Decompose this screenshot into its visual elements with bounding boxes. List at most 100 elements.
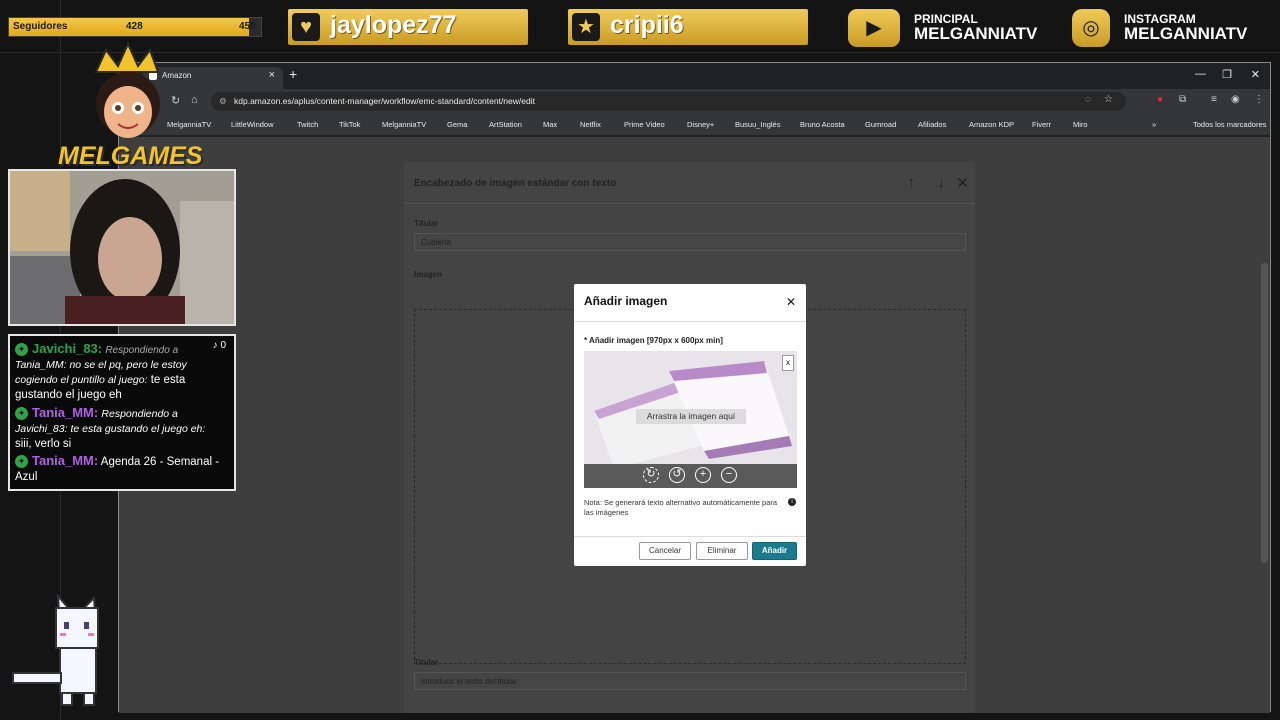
- headline-label: Titular: [414, 219, 439, 228]
- logo-text: MELGAMES: [58, 142, 203, 170]
- follower-alert-banner: ♥ jaylopez77: [288, 9, 528, 45]
- bookmark[interactable]: Afiliados: [918, 120, 946, 129]
- bookmark[interactable]: Amazon KDP: [969, 120, 1014, 129]
- alert-username: cripii6: [610, 11, 684, 39]
- remove-image-button[interactable]: x: [782, 355, 794, 371]
- minimize-icon[interactable]: —: [1195, 68, 1206, 80]
- stream-screen: Seguidores 428 450 ♥ jaylopez77 ★ cripii…: [0, 0, 1280, 720]
- user-badge-icon: ✦: [15, 455, 28, 468]
- chat-text: siii, verlo si: [15, 438, 72, 450]
- close-window-icon[interactable]: ✕: [1251, 68, 1260, 81]
- pinterest-extension-icon[interactable]: ●: [1157, 94, 1163, 105]
- add-image-modal: Añadir imagen ✕ * Añadir imagen [970px x…: [574, 284, 806, 566]
- bookmark[interactable]: Busuu_Inglés: [735, 120, 780, 129]
- heart-icon: ♥: [292, 13, 320, 41]
- more-bookmarks-icon[interactable]: »: [1152, 120, 1156, 129]
- chat-username: Tania_MM:: [32, 405, 99, 420]
- webcam-image: [10, 171, 234, 324]
- maximize-icon[interactable]: ❐: [1222, 68, 1232, 81]
- info-icon[interactable]: i: [788, 498, 796, 506]
- bookmark[interactable]: Gema: [447, 120, 467, 129]
- followers-label: Seguidores: [13, 21, 68, 32]
- image-requirement-label: * Añadir imagen [970px x 600px min]: [584, 336, 723, 345]
- address-bar[interactable]: ⚙ kdp.amazon.es/aplus/content-manager/wo…: [211, 92, 1126, 111]
- headline-input[interactable]: Cubierta: [414, 233, 966, 251]
- remove-button[interactable]: Eliminar: [696, 542, 748, 560]
- image-preview[interactable]: x Arrastra la imagen aquí ↻ ↺ + −: [584, 351, 797, 488]
- bookmark[interactable]: Twitch: [297, 120, 318, 129]
- close-modal-icon[interactable]: ✕: [786, 295, 796, 309]
- close-tab-icon[interactable]: ×: [269, 69, 275, 81]
- instagram-badge: ◎ INSTAGRAM MELGANNIATV: [1072, 9, 1272, 49]
- tab-bar: Amazon × + — ❐ ✕: [119, 63, 1270, 89]
- divider: [574, 321, 806, 322]
- bookmark[interactable]: ArtStation: [489, 120, 522, 129]
- move-up-icon[interactable]: ↑: [908, 174, 916, 191]
- bookmarks-bar: MelganniaTV LittleWindow Twitch TikTok M…: [119, 114, 1270, 136]
- menu-icon[interactable]: ⋮: [1254, 94, 1264, 105]
- bookmark[interactable]: TikTok: [339, 120, 360, 129]
- modal-title: Añadir imagen: [584, 294, 668, 308]
- chat-box: ♪ 0 ✦ Javichi_83: Respondiendo a Tania_MM…: [8, 334, 236, 491]
- image-controls: ↻ ↺ + −: [584, 464, 797, 488]
- image-label: Imagen: [414, 270, 443, 279]
- cancel-button[interactable]: Cancelar: [639, 542, 691, 560]
- scrollbar[interactable]: [1261, 263, 1268, 563]
- drag-image-text: Arrastra la imagen aquí: [636, 409, 746, 424]
- browser-toolbar: ↻ ⌂ ⚙ kdp.amazon.es/aplus/content-manage…: [119, 89, 1270, 114]
- alt-text-note: Nota: Se generará texto alternativo auto…: [584, 498, 778, 517]
- star-icon: ★: [572, 13, 600, 41]
- zoom-out-icon[interactable]: −: [721, 467, 737, 483]
- move-down-icon[interactable]: ↓: [938, 174, 946, 191]
- bookmark-star-icon[interactable]: ☆: [1104, 94, 1113, 105]
- headline2-input[interactable]: Introducir el texto del titular: [414, 672, 966, 690]
- user-badge-icon: ✦: [15, 343, 28, 356]
- instagram-icon: ◎: [1072, 9, 1110, 47]
- bookmark[interactable]: Disney+: [687, 120, 714, 129]
- youtube-channel-name: MELGANNIATV: [914, 24, 1038, 43]
- followers-goal-bar: Seguidores 428 450: [8, 17, 262, 37]
- all-bookmarks-folder[interactable]: Todos los marcadores: [1193, 120, 1266, 129]
- chat-message: ✦ Tania_MM: Respondiendo a Javichi_83: te…: [15, 405, 229, 452]
- bookmark[interactable]: LittleWindow: [231, 120, 274, 129]
- divider: [574, 536, 806, 537]
- reading-list-icon[interactable]: ≡: [1211, 94, 1217, 105]
- bookmark[interactable]: Netflix: [580, 120, 601, 129]
- user-badge-icon: ✦: [15, 407, 28, 420]
- bookmark[interactable]: Gumroad: [865, 120, 896, 129]
- followers-goal: 450: [239, 21, 256, 32]
- followers-current: 428: [126, 21, 143, 32]
- alert-username: jaylopez77: [330, 11, 457, 39]
- bookmark[interactable]: Prime Video: [624, 120, 665, 129]
- bookmark[interactable]: MelganniaTV: [382, 120, 426, 129]
- cat-icon: [12, 593, 99, 706]
- site-info-icon[interactable]: ⚙: [219, 96, 227, 107]
- youtube-badge: ▶ PRINCIPAL MELGANNIATV: [848, 9, 1048, 49]
- url-text: kdp.amazon.es/aplus/content-manager/work…: [234, 96, 535, 106]
- bookmark[interactable]: Fiverr: [1032, 120, 1051, 129]
- bookmark[interactable]: Bruno Acosta: [800, 120, 845, 129]
- new-tab-icon[interactable]: +: [289, 66, 297, 82]
- chat-message: ✦ Tania_MM: Agenda 26 - Semanal - Azul: [15, 453, 229, 485]
- subscriber-alert-banner: ★ cripii6: [568, 9, 808, 45]
- chat-username: Tania_MM:: [32, 453, 99, 468]
- eye-off-icon[interactable]: ◌: [1085, 94, 1091, 105]
- zoom-in-icon[interactable]: +: [695, 467, 711, 483]
- webcam-feed: [8, 169, 236, 326]
- bookmark[interactable]: Max: [543, 120, 557, 129]
- module-header: Encabezado de imagen estándar con texto …: [404, 162, 975, 204]
- instagram-account-name: MELGANNIATV: [1124, 24, 1248, 43]
- chat-message: ✦ Javichi_83: Respondiendo a Tania_MM: no…: [15, 341, 225, 403]
- add-button[interactable]: Añadir: [752, 542, 797, 560]
- profile-avatar-icon[interactable]: ◉: [1231, 94, 1240, 105]
- chat-username: Javichi_83:: [32, 341, 103, 356]
- chat-reply-tag: Respondiendo a: [105, 345, 179, 356]
- bookmark[interactable]: Miro: [1073, 120, 1088, 129]
- melgames-logo: MELGAMES: [58, 41, 202, 172]
- pixel-cat-mascot: [8, 588, 148, 713]
- youtube-icon: ▶: [848, 9, 900, 47]
- extensions-icon[interactable]: ⧉: [1179, 94, 1186, 105]
- remove-module-icon[interactable]: ✕: [956, 174, 969, 192]
- rotate-right-icon[interactable]: ↻: [643, 467, 659, 483]
- rotate-left-icon[interactable]: ↺: [669, 467, 685, 483]
